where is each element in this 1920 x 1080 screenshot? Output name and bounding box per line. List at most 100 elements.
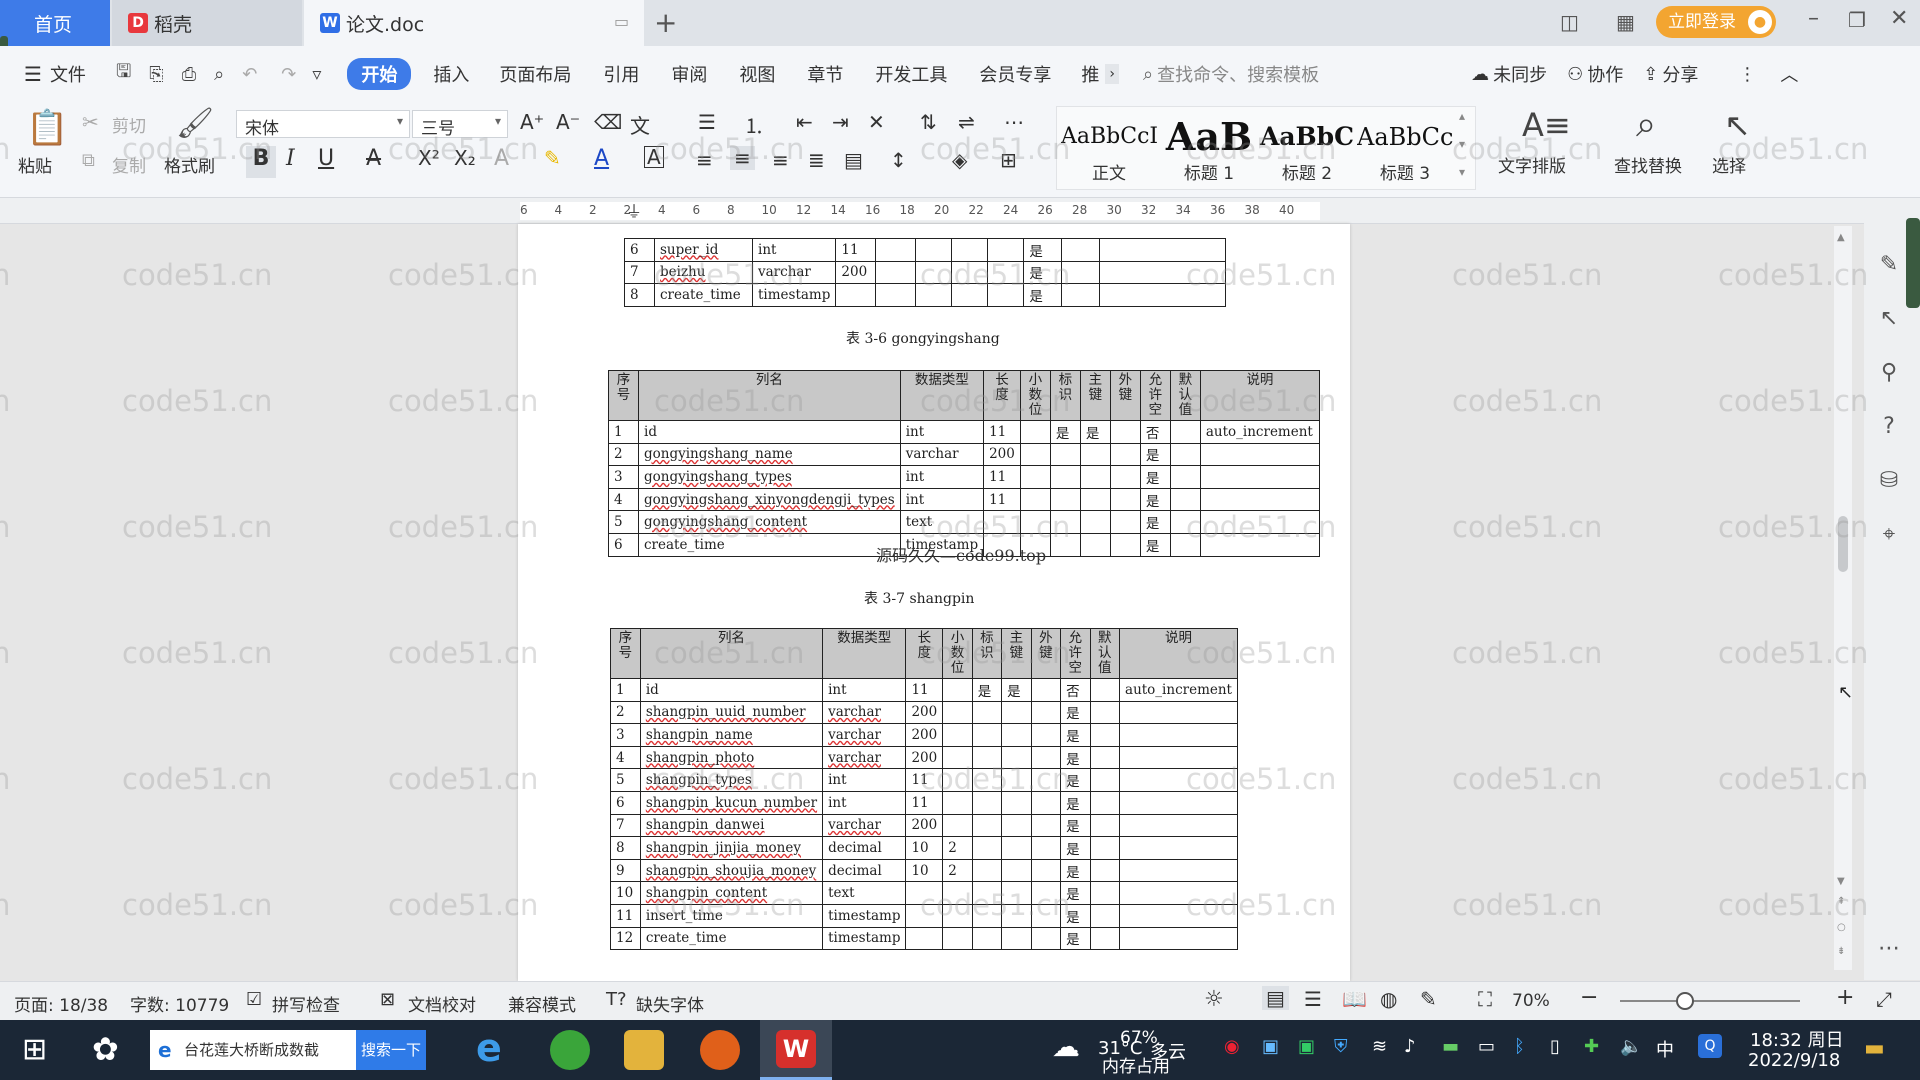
font-grow-icon[interactable]: A⁺ [520, 110, 544, 134]
align-left-icon[interactable]: ≡ [696, 148, 713, 172]
ie-browser-icon[interactable]: e [476, 1026, 502, 1070]
styles-expand-icon[interactable]: ▾ [1459, 165, 1465, 179]
select-button[interactable]: 选择 [1712, 152, 1746, 177]
more-dots-icon[interactable]: ⋯ [1874, 936, 1904, 966]
increase-indent-icon[interactable]: ⇥ [832, 110, 849, 134]
minimize-icon[interactable]: – [1808, 6, 1819, 31]
style-heading2[interactable]: AaBbC 标题 2 [1259, 115, 1355, 185]
format-painter-button[interactable]: 格式刷 [164, 152, 215, 177]
line-spacing-icon[interactable]: ↕ [890, 148, 907, 172]
file-explorer-icon[interactable] [624, 1030, 664, 1070]
more-options-icon[interactable]: ⋮ [1738, 64, 1756, 85]
sync-status[interactable]: 未同步 [1493, 61, 1547, 87]
align-right-icon[interactable]: ≡ [772, 148, 789, 172]
tab-home[interactable]: 首页 [0, 0, 110, 46]
restore-icon[interactable]: ❐ [1848, 8, 1866, 32]
write-mode-icon[interactable]: ✎ [1420, 987, 1437, 1011]
collaborate-button[interactable]: 协作 [1587, 61, 1623, 87]
menu-member[interactable]: 会员专享 [979, 61, 1051, 87]
distributed-icon[interactable]: ▤ [844, 148, 863, 172]
cut-icon[interactable]: ✂ [82, 110, 99, 134]
subscript-button[interactable]: X₂ [454, 146, 476, 170]
tray-app2-icon[interactable]: ▣ [1262, 1036, 1279, 1057]
new-tab-button[interactable]: + [654, 6, 677, 39]
bullet-list-icon[interactable]: ☰ [698, 110, 716, 134]
paste-button[interactable]: 粘贴 [18, 152, 52, 177]
font-shrink-icon[interactable]: A⁻ [556, 110, 580, 134]
text-layout-button[interactable]: 文字排版 [1498, 152, 1566, 177]
strikethrough-button[interactable]: A [366, 146, 381, 171]
clear-format-icon[interactable]: ⌫ [594, 110, 622, 134]
outline-view-icon[interactable]: ☰ [1304, 987, 1322, 1011]
borders-icon[interactable]: ⊞ [1000, 148, 1017, 172]
scroll-up-icon[interactable]: ▲ [1837, 232, 1845, 243]
bold-button[interactable]: B [246, 146, 276, 178]
tray-wifi-icon[interactable]: ≋ [1372, 1036, 1387, 1057]
taskbar-search-button[interactable]: 搜索一下 [356, 1030, 426, 1070]
shading-icon[interactable]: ◈ [952, 148, 967, 172]
missing-font-button[interactable]: 缺失字体 [636, 991, 704, 1016]
document-page[interactable]: 6 super_id int 11 是 7 beizhu varchar 200 是 8 create… [518, 224, 1350, 981]
highlight-icon[interactable]: ✎ [544, 146, 561, 170]
zoom-level[interactable]: 70% [1512, 991, 1550, 1011]
green-browser-icon[interactable] [550, 1030, 590, 1070]
show-marks-icon[interactable]: ⋯ [1004, 110, 1024, 134]
collaborate-icon[interactable]: ⚇ [1567, 64, 1583, 85]
eye-protection-icon[interactable]: ☼ [1204, 987, 1224, 1012]
backup-icon[interactable]: ⛁ [1874, 468, 1904, 498]
text-layout-icon[interactable]: A≡ [1522, 106, 1571, 144]
tab-daoke[interactable]: D 稻壳 [112, 0, 302, 46]
styles-scroll-up-icon[interactable]: ▴ [1459, 109, 1465, 123]
redo-icon[interactable]: ↷ [281, 64, 296, 85]
decrease-indent-icon[interactable]: ⇤ [796, 110, 813, 134]
cut-button[interactable]: 剪切 [112, 112, 146, 137]
styles-scroll-down-icon[interactable]: ▾ [1459, 137, 1465, 151]
tray-volume-icon[interactable]: 🔈 [1620, 1036, 1642, 1057]
command-search-input[interactable]: 查找命令、搜索模板 [1157, 61, 1319, 87]
tray-usb-icon[interactable]: ▯ [1550, 1036, 1560, 1057]
prev-page-icon[interactable]: ⇞ [1837, 896, 1845, 907]
tray-bluetooth-icon[interactable]: ᛒ [1514, 1036, 1525, 1057]
menu-references[interactable]: 引用 [603, 61, 639, 87]
spellcheck-button[interactable]: 拼写检查 [272, 991, 340, 1016]
indent-marker-icon[interactable]: ⏚ [626, 198, 642, 222]
login-button[interactable]: 立即登录 ● [1656, 6, 1776, 38]
menu-recommend[interactable]: 推 [1081, 61, 1099, 87]
pointer-icon[interactable]: ↖ [1874, 306, 1904, 336]
media-app-icon[interactable] [700, 1030, 740, 1070]
tab-screen-icon[interactable]: ▭ [614, 12, 629, 31]
page-indicator[interactable]: 页面: 18/38 [14, 991, 108, 1016]
tray-nvidia-icon[interactable]: ▬ [1442, 1036, 1459, 1057]
collapse-ribbon-icon[interactable]: ︿ [1780, 61, 1798, 87]
notification-icon[interactable]: ▬ [1864, 1036, 1885, 1061]
print-preview-icon[interactable]: ⌕ [214, 64, 224, 85]
print-icon[interactable]: ⎙ [182, 64, 196, 85]
word-count[interactable]: 字数: 10779 [130, 991, 229, 1016]
menu-chapter[interactable]: 章节 [807, 61, 843, 87]
zoom-slider[interactable] [1620, 1000, 1800, 1002]
menu-home[interactable]: 开始 [347, 58, 412, 90]
superscript-button[interactable]: X² [418, 146, 440, 170]
ime-indicator[interactable]: 中 [1656, 1036, 1674, 1062]
layout-icon[interactable]: ◫ [1560, 10, 1579, 34]
tray-app1-icon[interactable]: ◉ [1224, 1036, 1240, 1057]
menu-view[interactable]: 视图 [739, 61, 775, 87]
web-view-icon[interactable]: ◍ [1380, 987, 1397, 1011]
vertical-scrollbar[interactable]: ▲ ▼ ⇞ ○ ⇟ [1834, 226, 1852, 970]
char-border-button[interactable]: A [644, 146, 664, 168]
hamburger-icon[interactable]: ☰ [24, 62, 42, 86]
menu-file[interactable]: 文件 [50, 61, 86, 87]
menu-more-chevron-icon[interactable]: › [1105, 64, 1120, 84]
phonetic-icon[interactable]: 文 [630, 110, 650, 139]
zoom-out-icon[interactable]: − [1580, 985, 1598, 1010]
tab-document[interactable]: W 论文.doc ▭ [304, 0, 644, 46]
tray-battery-icon[interactable]: ▭ [1478, 1036, 1495, 1057]
adjust-sliders-icon[interactable]: ⚲ [1874, 360, 1904, 390]
search-icon[interactable]: ⌕ [1143, 64, 1153, 85]
numbered-list-icon[interactable]: ⒈ [744, 110, 764, 139]
select-browse-icon[interactable]: ○ [1837, 922, 1846, 933]
font-name-select[interactable]: 宋体 ▾ [236, 110, 410, 139]
italic-button[interactable]: I [286, 146, 295, 171]
align-center-icon[interactable]: ≡ [730, 146, 755, 170]
sort-icon[interactable]: ⇅ [920, 110, 937, 134]
